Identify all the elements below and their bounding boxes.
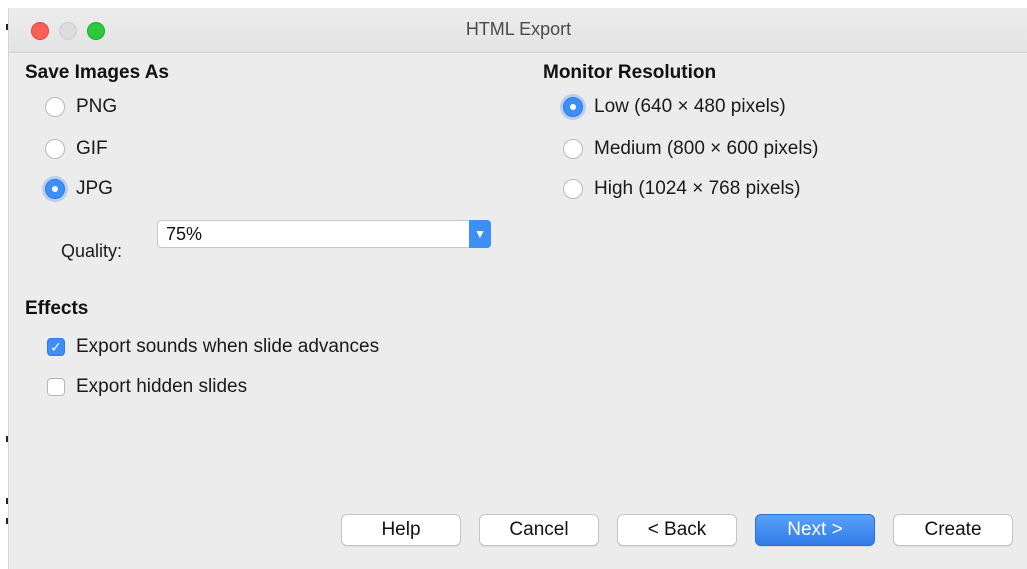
save-images-heading: Save Images As (25, 62, 169, 83)
back-button[interactable]: < Back (617, 514, 737, 546)
export-sounds-checkbox[interactable]: ✓ Export sounds when slide advances (47, 336, 379, 358)
effects-heading: Effects (25, 298, 89, 319)
help-button[interactable]: Help (341, 514, 461, 546)
radio-medium-resolution[interactable]: Medium (800 × 600 pixels) (563, 138, 818, 160)
radio-gif[interactable]: GIF (45, 138, 108, 160)
html-export-dialog: HTML Export Save Images As PNG GIF JPG Q… (8, 8, 1027, 569)
export-hidden-slides-checkbox[interactable]: Export hidden slides (47, 376, 247, 398)
radio-jpg[interactable]: JPG (45, 178, 113, 200)
radio-gif-indicator[interactable] (45, 139, 65, 159)
export-hidden-slides-box[interactable] (47, 378, 65, 396)
radio-jpg-label: JPG (76, 178, 113, 199)
export-hidden-slides-label: Export hidden slides (76, 376, 248, 397)
cancel-button[interactable]: Cancel (479, 514, 599, 546)
radio-png-label: PNG (76, 96, 118, 117)
checkmark-icon[interactable]: ✓ (47, 338, 65, 356)
next-button[interactable]: Next > (755, 514, 875, 546)
radio-jpg-indicator[interactable] (45, 179, 65, 199)
radio-medium-indicator[interactable] (563, 139, 583, 159)
title-bar: HTML Export (9, 8, 1027, 53)
radio-medium-label: Medium (800 × 600 pixels) (594, 138, 819, 159)
radio-png-indicator[interactable] (45, 97, 65, 117)
window-title: HTML Export (465, 19, 572, 39)
export-sounds-label: Export sounds when slide advances (76, 336, 380, 357)
radio-gif-label: GIF (76, 138, 108, 159)
radio-low-resolution[interactable]: Low (640 × 480 pixels) (563, 96, 786, 118)
create-button[interactable]: Create (893, 514, 1013, 546)
monitor-resolution-heading: Monitor Resolution (543, 62, 717, 83)
radio-low-label: Low (640 × 480 pixels) (594, 96, 786, 117)
quality-label: Quality: (61, 241, 123, 261)
quality-select[interactable]: 75% ▼ (157, 220, 491, 248)
radio-high-resolution[interactable]: High (1024 × 768 pixels) (563, 178, 801, 200)
radio-high-label: High (1024 × 768 pixels) (594, 178, 801, 199)
radio-low-indicator[interactable] (563, 97, 583, 117)
quality-value: 75% (166, 224, 203, 244)
radio-high-indicator[interactable] (563, 179, 583, 199)
radio-png[interactable]: PNG (45, 96, 117, 118)
chevron-down-icon[interactable]: ▼ (469, 220, 491, 248)
